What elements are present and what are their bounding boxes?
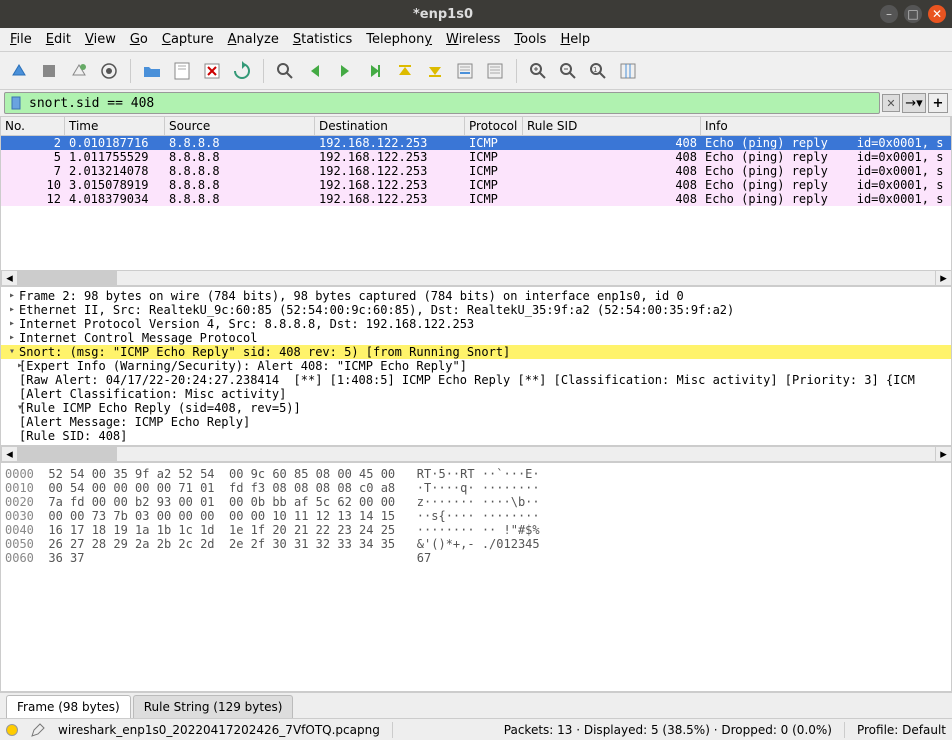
display-filter-input-wrap[interactable]	[4, 92, 880, 114]
stop-capture-icon[interactable]	[36, 58, 62, 84]
expand-icon[interactable]: ▸	[5, 317, 19, 331]
find-packet-icon[interactable]	[272, 58, 298, 84]
packet-list[interactable]: 20.0101877168.8.8.8192.168.122.253ICMP 4…	[0, 136, 952, 270]
menu-view[interactable]: View	[79, 30, 122, 49]
col-protocol[interactable]: Protocol	[465, 117, 523, 135]
columns-icon[interactable]	[615, 58, 641, 84]
close-file-icon[interactable]	[199, 58, 225, 84]
capture-options-icon[interactable]	[96, 58, 122, 84]
tab-rule-string[interactable]: Rule String (129 bytes)	[133, 695, 294, 718]
col-destination[interactable]: Destination	[315, 117, 465, 135]
close-button[interactable]: ✕	[928, 5, 946, 23]
packet-list-header: No. Time Source Destination Protocol Rul…	[0, 116, 952, 136]
detail-snort[interactable]: Snort: (msg: "ICMP Echo Reply" sid: 408 …	[19, 345, 510, 359]
status-packets: Packets: 13 · Displayed: 5 (38.5%) · Dro…	[504, 723, 832, 737]
maximize-button[interactable]: □	[904, 5, 922, 23]
detail-alertmsg[interactable]: [Alert Message: ICMP Echo Reply]	[19, 415, 250, 429]
edit-icon[interactable]	[30, 722, 46, 738]
minimize-button[interactable]: –	[880, 5, 898, 23]
packet-list-hscroll[interactable]: ◂▸	[0, 270, 952, 286]
filter-add-button[interactable]: +	[928, 93, 948, 113]
menu-wireless[interactable]: Wireless	[440, 30, 506, 49]
detail-rule[interactable]: [Rule ICMP Echo Reply (sid=408, rev=5)]	[19, 401, 301, 415]
details-hscroll[interactable]: ◂▸	[0, 446, 952, 462]
packet-row[interactable]: 20.0101877168.8.8.8192.168.122.253ICMP 4…	[1, 136, 951, 150]
detail-raw[interactable]: [Raw Alert: 04/17/22-20:24:27.238414 [**…	[19, 373, 915, 387]
detail-expert[interactable]: [Expert Info (Warning/Security): Alert 4…	[19, 359, 467, 373]
menu-edit[interactable]: Edit	[40, 30, 77, 49]
menu-telephony[interactable]: Telephony	[360, 30, 438, 49]
collapse-icon[interactable]: ▾	[5, 401, 19, 415]
expand-icon[interactable]: ▸	[5, 359, 19, 373]
display-filter-input[interactable]	[29, 96, 875, 111]
spacer	[5, 429, 19, 443]
detail-icmp[interactable]: Internet Control Message Protocol	[19, 331, 257, 345]
col-info[interactable]: Info	[701, 117, 951, 135]
menu-analyze[interactable]: Analyze	[222, 30, 285, 49]
expand-icon[interactable]: ▸	[5, 303, 19, 317]
packet-row[interactable]: 72.0132140788.8.8.8192.168.122.253ICMP 4…	[1, 164, 951, 178]
packet-row[interactable]: 51.0117555298.8.8.8192.168.122.253ICMP 4…	[1, 150, 951, 164]
window-title: *enp1s0	[6, 7, 880, 22]
packet-row[interactable]: 124.0183790348.8.8.8192.168.122.253ICMP …	[1, 192, 951, 206]
toolbar: 1	[0, 52, 952, 90]
spacer	[5, 387, 19, 401]
save-file-icon[interactable]	[169, 58, 195, 84]
detail-classif[interactable]: [Alert Classification: Misc activity]	[19, 387, 286, 401]
menu-go[interactable]: Go	[124, 30, 154, 49]
go-next-icon[interactable]	[332, 58, 358, 84]
bookmark-icon	[9, 95, 25, 111]
expand-icon[interactable]: ▸	[5, 331, 19, 345]
go-to-packet-icon[interactable]	[362, 58, 388, 84]
menubar: File Edit View Go Capture Analyze Statis…	[0, 28, 952, 52]
bytes-tabs: Frame (98 bytes) Rule String (129 bytes)	[0, 692, 952, 718]
filter-clear-button[interactable]: ✕	[882, 94, 900, 112]
packet-row[interactable]: 103.0150789198.8.8.8192.168.122.253ICMP …	[1, 178, 951, 192]
spacer	[5, 373, 19, 387]
menu-capture[interactable]: Capture	[156, 30, 220, 49]
status-file: wireshark_enp1s0_20220417202426_7VfOTQ.p…	[58, 723, 380, 737]
spacer	[5, 415, 19, 429]
statusbar: wireshark_enp1s0_20220417202426_7VfOTQ.p…	[0, 718, 952, 740]
col-time[interactable]: Time	[65, 117, 165, 135]
menu-tools[interactable]: Tools	[508, 30, 552, 49]
reload-icon[interactable]	[229, 58, 255, 84]
zoom-reset-icon[interactable]: 1	[585, 58, 611, 84]
svg-text:1: 1	[593, 66, 597, 74]
col-source[interactable]: Source	[165, 117, 315, 135]
zoom-in-icon[interactable]	[525, 58, 551, 84]
restart-capture-icon[interactable]	[66, 58, 92, 84]
status-profile[interactable]: Profile: Default	[857, 723, 946, 737]
filter-toolbar: ✕ →▾ +	[0, 90, 952, 116]
menu-help[interactable]: Help	[554, 30, 596, 49]
collapse-icon[interactable]: ▾	[5, 345, 19, 359]
hex-dump[interactable]: 0000 52 54 00 35 9f a2 52 54 00 9c 60 85…	[0, 462, 952, 692]
open-file-icon[interactable]	[139, 58, 165, 84]
detail-frame[interactable]: Frame 2: 98 bytes on wire (784 bits), 98…	[19, 289, 684, 303]
col-rulesid[interactable]: Rule SID	[523, 117, 701, 135]
filter-apply-dropdown[interactable]: →▾	[902, 93, 926, 113]
detail-eth[interactable]: Ethernet II, Src: RealtekU_9c:60:85 (52:…	[19, 303, 734, 317]
expand-icon[interactable]: ▸	[5, 289, 19, 303]
auto-scroll-icon[interactable]	[452, 58, 478, 84]
tab-frame[interactable]: Frame (98 bytes)	[6, 695, 131, 718]
detail-ip[interactable]: Internet Protocol Version 4, Src: 8.8.8.…	[19, 317, 474, 331]
menu-file[interactable]: File	[4, 30, 38, 49]
go-first-icon[interactable]	[392, 58, 418, 84]
colorize-icon[interactable]	[482, 58, 508, 84]
expert-info-led-icon[interactable]	[6, 724, 18, 736]
go-last-icon[interactable]	[422, 58, 448, 84]
detail-rulesid[interactable]: [Rule SID: 408]	[19, 429, 127, 443]
start-capture-icon[interactable]	[6, 58, 32, 84]
go-prev-icon[interactable]	[302, 58, 328, 84]
col-no[interactable]: No.	[1, 117, 65, 135]
zoom-out-icon[interactable]	[555, 58, 581, 84]
menu-statistics[interactable]: Statistics	[287, 30, 358, 49]
packet-details[interactable]: ▸Frame 2: 98 bytes on wire (784 bits), 9…	[0, 286, 952, 446]
titlebar: *enp1s0 – □ ✕	[0, 0, 952, 28]
